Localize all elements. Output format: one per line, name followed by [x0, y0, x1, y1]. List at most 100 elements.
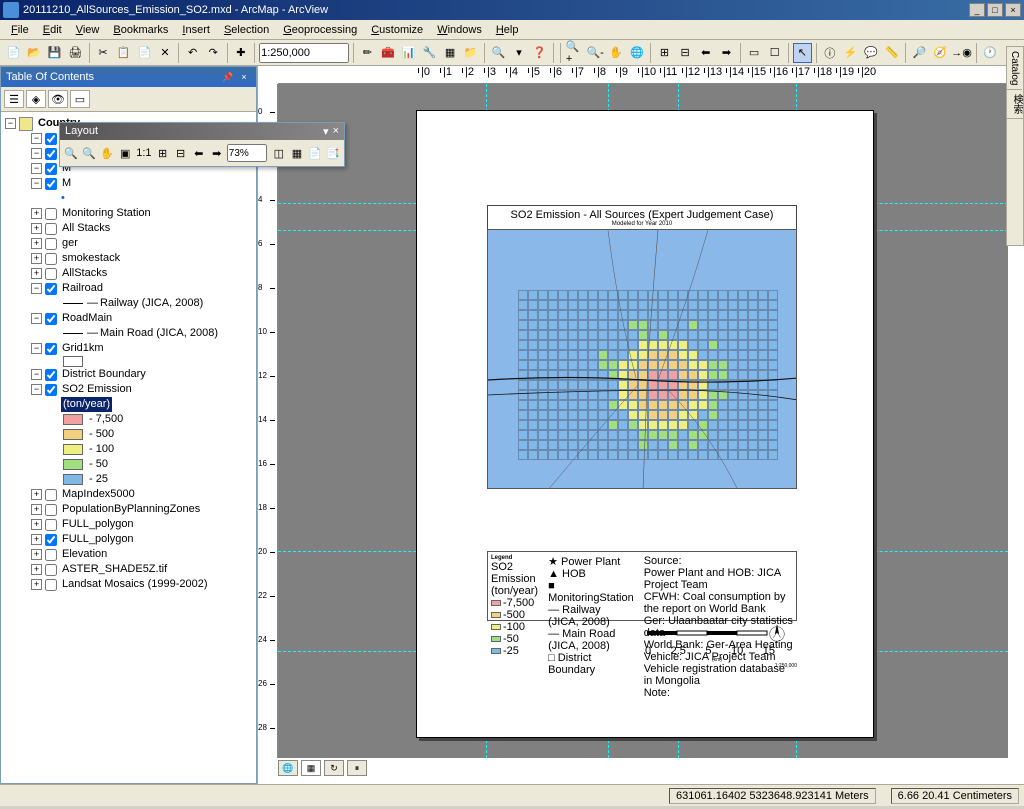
- layer-label[interactable]: ASTER_SHADE5Z.tif: [60, 562, 169, 577]
- layer-checkbox[interactable]: [45, 223, 57, 235]
- zoom-out-icon[interactable]: 🔍-: [585, 43, 604, 63]
- select-elements-icon[interactable]: ↖: [793, 43, 812, 63]
- layer-checkbox[interactable]: [45, 504, 57, 516]
- layer-checkbox[interactable]: [45, 384, 57, 396]
- expand-icon[interactable]: −: [31, 343, 42, 354]
- expand-icon[interactable]: +: [31, 489, 42, 500]
- layout-tb-opts-icon[interactable]: ▾: [323, 125, 329, 138]
- python-icon[interactable]: 📊: [399, 43, 418, 63]
- expand-icon[interactable]: +: [31, 238, 42, 249]
- layer-label[interactable]: ger: [60, 236, 80, 251]
- expand-icon[interactable]: +: [31, 208, 42, 219]
- find-icon[interactable]: 🔎: [910, 43, 929, 63]
- copy-button[interactable]: 📋: [114, 43, 133, 63]
- toggle-draft-icon[interactable]: ◫: [271, 143, 287, 163]
- expand-icon[interactable]: +: [31, 534, 42, 545]
- focus-dataframe-icon[interactable]: ▦: [289, 143, 305, 163]
- layer-label[interactable]: Main Road (JICA, 2008): [98, 326, 220, 341]
- toc-list-by-selection[interactable]: ▭: [70, 90, 90, 108]
- layout-canvas[interactable]: SO2 Emission - All Sources (Expert Judge…: [278, 84, 1008, 758]
- toc-close-icon[interactable]: ×: [237, 70, 251, 84]
- layer-row[interactable]: −M: [3, 176, 254, 191]
- search-tab[interactable]: 検索: [1007, 90, 1024, 119]
- layout-100-icon[interactable]: 1:1: [135, 143, 152, 163]
- toc-tree[interactable]: − Country −Power Plant−H−M−M•+Monitoring…: [1, 112, 256, 783]
- menu-selection[interactable]: Selection: [217, 22, 276, 38]
- undo-button[interactable]: ↶: [183, 43, 202, 63]
- full-extent-icon[interactable]: 🌐: [628, 43, 647, 63]
- layer-label[interactable]: M: [60, 176, 73, 191]
- layer-row[interactable]: −SO2 Emission: [3, 382, 254, 397]
- data-view-tab[interactable]: 🌐: [278, 760, 298, 776]
- expand-icon[interactable]: +: [31, 564, 42, 575]
- layer-row[interactable]: +FULL_polygon: [3, 517, 254, 532]
- zoom-in-icon[interactable]: 🔍+: [565, 43, 584, 63]
- layer-label[interactable]: All Stacks: [60, 221, 112, 236]
- layer-row[interactable]: - 100: [3, 442, 254, 457]
- map-data-frame[interactable]: [487, 229, 797, 489]
- expand-icon[interactable]: +: [31, 579, 42, 590]
- pause-drawing-tab[interactable]: ⏸: [347, 760, 367, 776]
- expand-icon[interactable]: +: [31, 253, 42, 264]
- menu-file[interactable]: File: [4, 22, 36, 38]
- map-title-box[interactable]: SO2 Emission - All Sources (Expert Judge…: [487, 205, 797, 231]
- menu-edit[interactable]: Edit: [36, 22, 69, 38]
- layer-row[interactable]: +AllStacks: [3, 266, 254, 281]
- layer-label[interactable]: Landsat Mosaics (1999-2002): [60, 577, 210, 592]
- layer-label[interactable]: Railroad: [60, 281, 105, 296]
- layer-checkbox[interactable]: [45, 534, 57, 546]
- layer-row[interactable]: (ton/year): [3, 397, 254, 412]
- change-layout-icon[interactable]: 📄: [307, 143, 323, 163]
- layout-zoom-in-icon[interactable]: 🔍: [63, 143, 79, 163]
- layout-fixed-out-icon[interactable]: ⊟: [173, 143, 189, 163]
- editor-toolbar-icon[interactable]: ✏: [358, 43, 377, 63]
- layer-row[interactable]: + ASTER_SHADE5Z.tif: [3, 562, 254, 577]
- layer-row[interactable]: − Railroad: [3, 281, 254, 296]
- identify-icon[interactable]: ⓘ: [821, 43, 840, 63]
- expand-icon[interactable]: −: [31, 283, 42, 294]
- menu-help[interactable]: Help: [489, 22, 526, 38]
- map-layout-area[interactable]: |0|1|2|3|4|5|6|7|8|9|10|11|12|13|14|15|1…: [257, 66, 1024, 784]
- layout-fwd-icon[interactable]: ➡: [209, 143, 225, 163]
- redo-button[interactable]: ↷: [204, 43, 223, 63]
- layer-label[interactable]: - 25: [87, 472, 110, 487]
- modelbuilder-icon[interactable]: 🔧: [420, 43, 439, 63]
- layer-row[interactable]: — Main Road (JICA, 2008): [3, 326, 254, 341]
- layer-checkbox[interactable]: [45, 579, 57, 591]
- help-icon[interactable]: ❓: [530, 43, 549, 63]
- layer-checkbox[interactable]: [45, 519, 57, 531]
- layout-pan-icon[interactable]: ✋: [99, 143, 115, 163]
- layer-label[interactable]: smokestack: [60, 251, 122, 266]
- go-back-icon[interactable]: ⬅: [696, 43, 715, 63]
- layer-row[interactable]: [3, 356, 254, 367]
- layer-checkbox[interactable]: [45, 564, 57, 576]
- delete-button[interactable]: ✕: [156, 43, 175, 63]
- layer-row[interactable]: - 50: [3, 457, 254, 472]
- expand-icon[interactable]: −: [31, 178, 42, 189]
- layer-row[interactable]: + Landsat Mosaics (1999-2002): [3, 577, 254, 592]
- layer-row[interactable]: −District Boundary: [3, 367, 254, 382]
- layer-checkbox[interactable]: [45, 253, 57, 265]
- layer-checkbox[interactable]: [45, 133, 57, 145]
- search-tool-icon[interactable]: 🔍: [489, 43, 508, 63]
- refresh-view-tab[interactable]: ↻: [324, 760, 344, 776]
- layout-toolbar[interactable]: Layout ▾× 🔍 🔍 ✋ ▣ 1:1 ⊞ ⊟ ⬅ ➡ ◫ ▦ 📄 📑: [59, 122, 345, 167]
- find-route-icon[interactable]: 🧭: [931, 43, 950, 63]
- layer-label[interactable]: - 7,500: [87, 412, 125, 427]
- hyperlink-icon[interactable]: ⚡: [841, 43, 860, 63]
- expand-icon[interactable]: −: [31, 163, 42, 174]
- layer-row[interactable]: + Monitoring Station: [3, 206, 254, 221]
- layer-label[interactable]: (ton/year): [61, 397, 112, 412]
- fixed-zoom-in-icon[interactable]: ⊞: [655, 43, 674, 63]
- layer-row[interactable]: −Grid1km: [3, 341, 254, 356]
- minimize-button[interactable]: _: [969, 3, 985, 17]
- menu-customize[interactable]: Customize: [364, 22, 430, 38]
- open-button[interactable]: 📂: [25, 43, 44, 63]
- layer-row[interactable]: +FULL_polygon: [3, 532, 254, 547]
- close-button[interactable]: ×: [1005, 3, 1021, 17]
- layer-checkbox[interactable]: [45, 163, 57, 175]
- layout-toolbar-header[interactable]: Layout ▾×: [60, 123, 344, 140]
- layer-label[interactable]: Monitoring Station: [60, 206, 153, 221]
- layer-label[interactable]: MapIndex5000: [60, 487, 137, 502]
- layer-checkbox[interactable]: [45, 208, 57, 220]
